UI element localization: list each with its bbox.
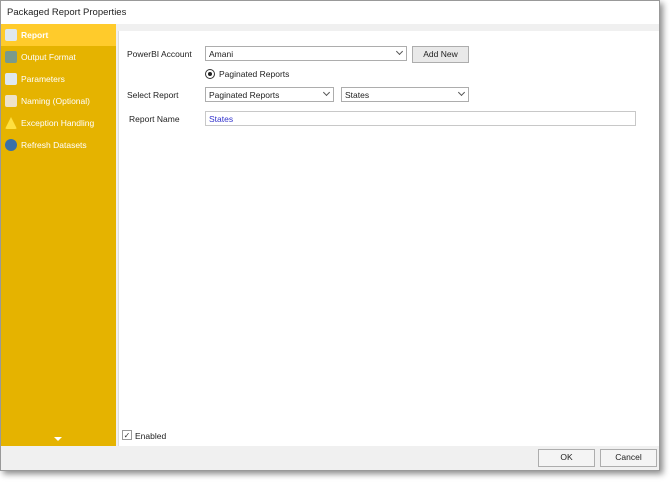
cancel-button[interactable]: Cancel (600, 449, 657, 467)
report-name-label: Report Name (129, 114, 180, 124)
selected-value: States (345, 90, 370, 100)
report-panel: PowerBI Account Amani Add New Paginated … (118, 31, 659, 446)
parameters-icon (5, 73, 17, 85)
add-new-button[interactable]: Add New (412, 46, 469, 63)
sidebar-item-exception-handling[interactable]: Exception Handling (1, 112, 116, 134)
sidebar-item-report[interactable]: Report (1, 24, 116, 46)
report-name-input[interactable]: States (205, 111, 636, 126)
sidebar-item-label: Report (21, 30, 49, 40)
powerbi-account-select[interactable]: Amani (205, 46, 407, 61)
output-format-icon (5, 51, 17, 63)
sidebar-item-refresh-datasets[interactable]: Refresh Datasets (1, 134, 116, 156)
chevron-down-icon (395, 47, 404, 56)
enabled-checkbox[interactable]: ✓ (122, 430, 132, 440)
ok-button[interactable]: OK (538, 449, 595, 467)
sidebar-item-parameters[interactable]: Parameters (1, 68, 116, 90)
warning-icon (5, 117, 17, 129)
enabled-label: Enabled (135, 431, 167, 441)
report-type-select[interactable]: Paginated Reports (205, 87, 334, 102)
sidebar-item-label: Parameters (21, 74, 65, 84)
sidebar-item-label: Refresh Datasets (21, 140, 87, 150)
report-select[interactable]: States (341, 87, 469, 102)
sidebar-item-output-format[interactable]: Output Format (1, 46, 116, 68)
scroll-down-arrow-icon[interactable] (54, 437, 62, 441)
selected-value: Amani (209, 49, 234, 59)
dialog-title: Packaged Report Properties (1, 1, 659, 24)
select-report-label: Select Report (127, 90, 179, 100)
sidebar-item-label: Output Format (21, 52, 76, 62)
refresh-datasets-icon (5, 139, 17, 151)
sidebar-item-naming[interactable]: Naming (Optional) (1, 90, 116, 112)
chevron-down-icon (322, 88, 331, 97)
report-icon (5, 29, 17, 41)
powerbi-account-label: PowerBI Account (127, 49, 192, 59)
paginated-reports-radio[interactable] (205, 69, 215, 79)
selected-value: Paginated Reports (209, 90, 280, 100)
radio-label: Paginated Reports (219, 69, 290, 79)
sidebar-item-label: Exception Handling (21, 118, 95, 128)
sidebar: Report Output Format Parameters Naming (… (1, 24, 116, 446)
naming-icon (5, 95, 17, 107)
sidebar-item-label: Naming (Optional) (21, 96, 90, 106)
packaged-report-properties-dialog: Packaged Report Properties Report Output… (0, 0, 660, 471)
chevron-down-icon (457, 88, 466, 97)
